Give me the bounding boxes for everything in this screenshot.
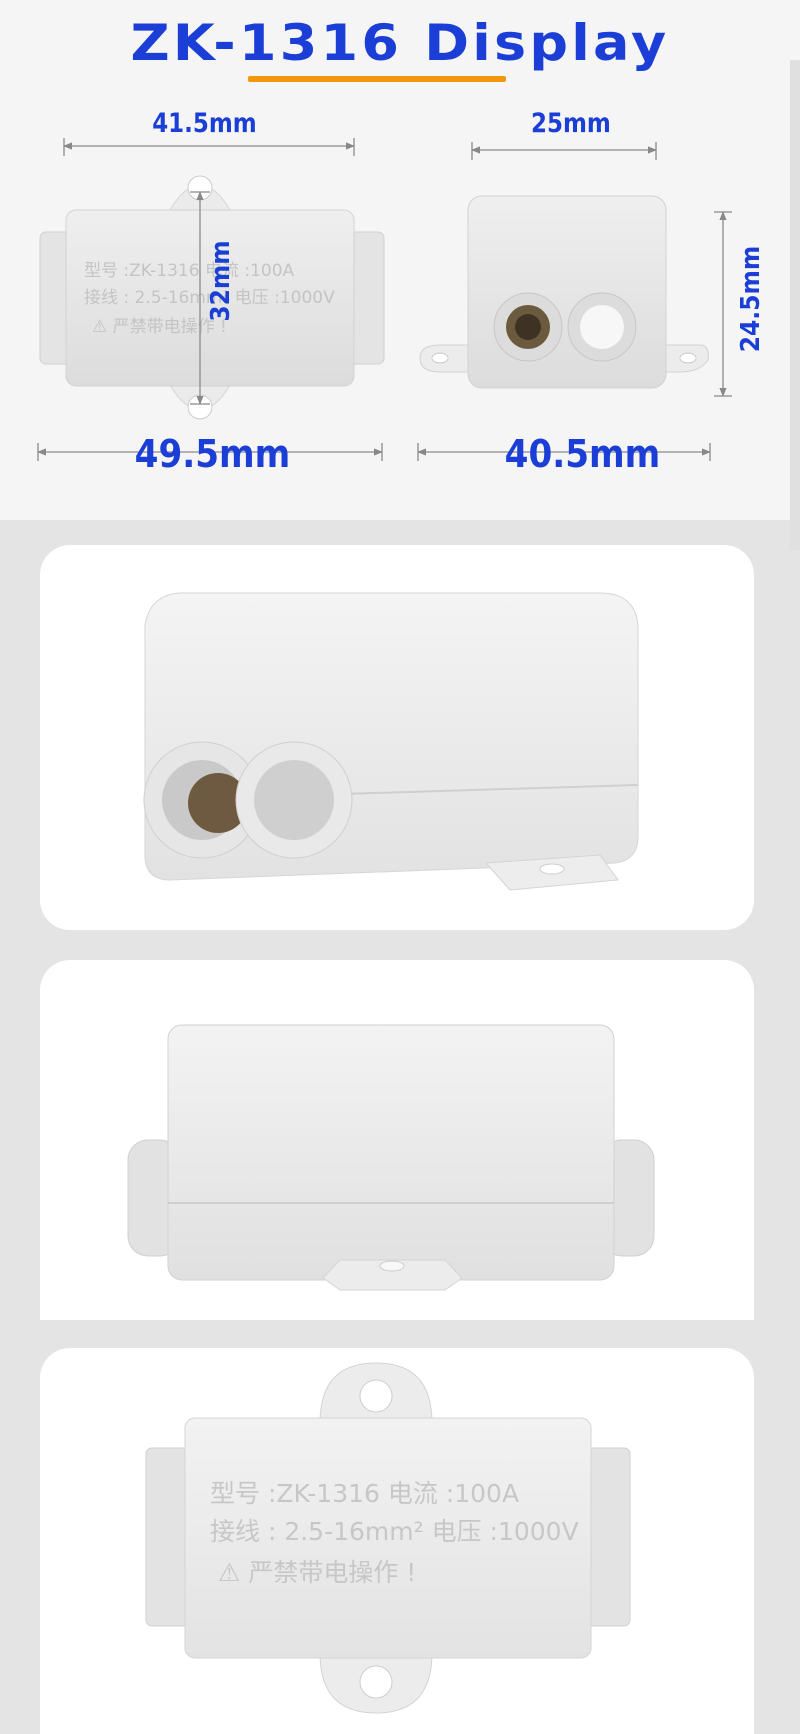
label-large-line3: ⚠ 严禁带电操作 ! (218, 1558, 416, 1587)
dimension-side-depth: 25mm (531, 108, 611, 139)
dimension-panel: ZK-1316 Display 型号 :ZK-1316 电流 :100A 接线 … (0, 0, 800, 520)
front-view-image (127, 1024, 655, 1291)
front-view-card (40, 960, 754, 1320)
label-large-line2: 接线 : 2.5-16mm² 电压 :1000V (210, 1517, 579, 1546)
label-text-line1: 型号 :ZK-1316 电流 :100A (84, 261, 295, 281)
perspective-view-card (40, 545, 754, 930)
side-view-product-image (419, 195, 709, 389)
dimension-total-length: 49.5mm (134, 432, 291, 476)
dimension-side-height: 24.5mm (736, 245, 767, 353)
top-view-image: 型号 :ZK-1316 电流 :100A 接线 : 2.5-16mm² 电压 :… (145, 1362, 631, 1714)
dimension-drawing: 型号 :ZK-1316 电流 :100A 接线 : 2.5-16mm² 电压 :… (37, 138, 732, 461)
dimension-top-width: 41.5mm (152, 108, 257, 139)
dimension-body-height: 32mm (206, 240, 237, 322)
dimension-side-length: 40.5mm (504, 432, 661, 476)
perspective-view-image (143, 592, 639, 891)
top-view-card: 型号 :ZK-1316 电流 :100A 接线 : 2.5-16mm² 电压 :… (40, 1348, 754, 1734)
label-large-line1: 型号 :ZK-1316 电流 :100A (210, 1479, 519, 1508)
edge-strip (790, 60, 800, 550)
